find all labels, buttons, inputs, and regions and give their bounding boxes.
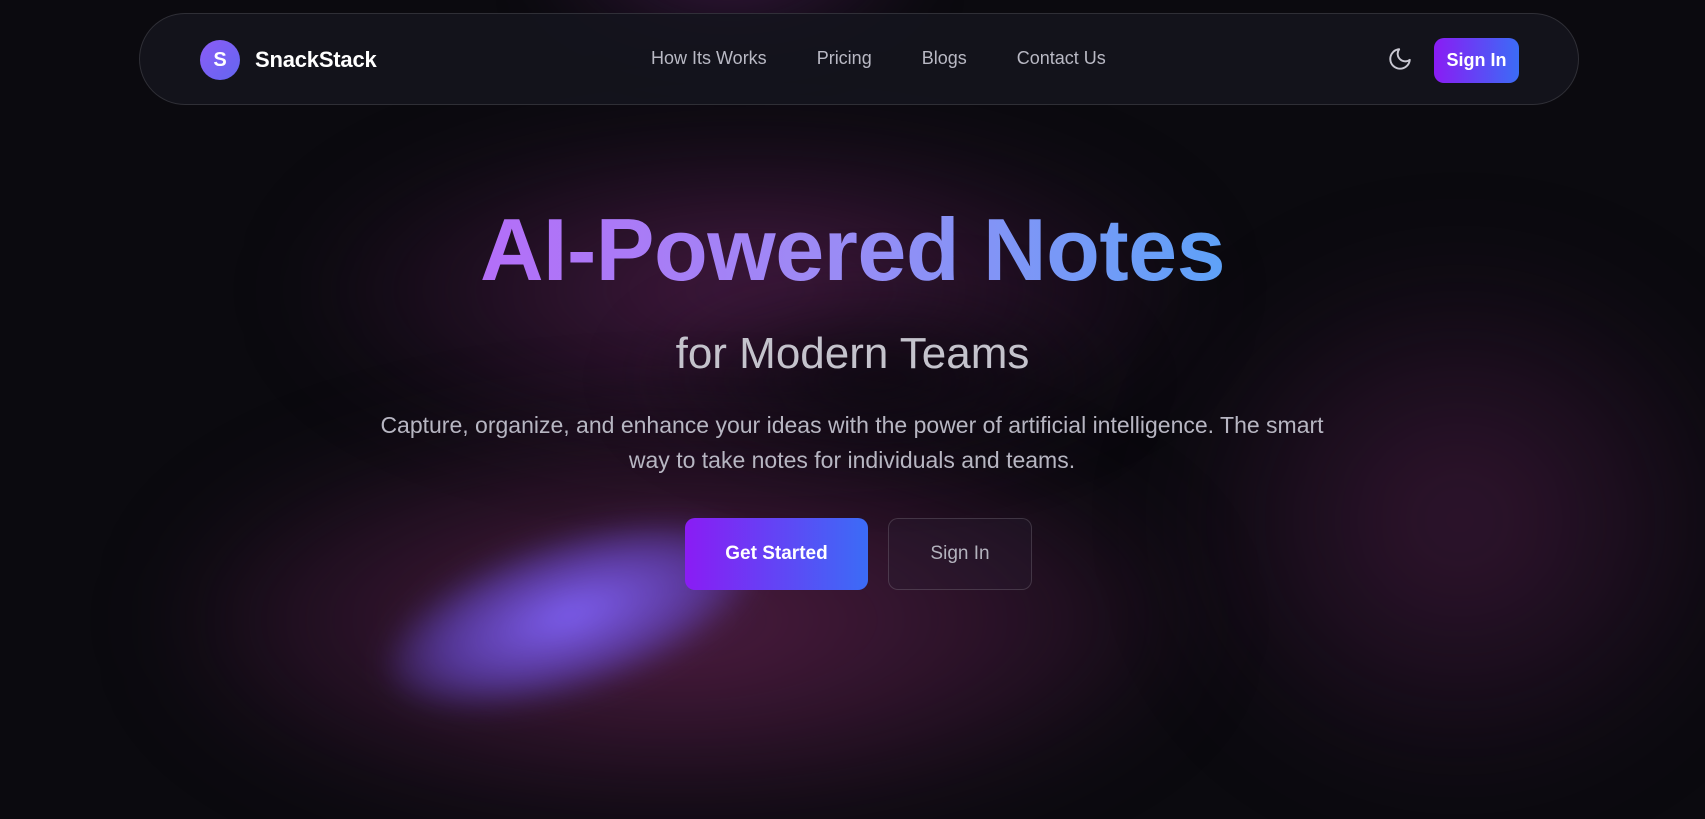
page: S SnackStack How Its Works Pricing Blogs… <box>0 0 1705 819</box>
get-started-button[interactable]: Get Started <box>685 518 868 590</box>
hero-description: Capture, organize, and enhance your idea… <box>380 412 1324 473</box>
hero-subheadline: for Modern Teams <box>675 329 1030 378</box>
hero-headline: AI-Powered Notes <box>0 198 1705 302</box>
hero-headline-text: AI-Powered Notes <box>479 200 1226 299</box>
hero-signin-button[interactable]: Sign In <box>888 518 1032 590</box>
hero-section: AI-Powered Notes for Modern Teams Captur… <box>0 0 1705 819</box>
